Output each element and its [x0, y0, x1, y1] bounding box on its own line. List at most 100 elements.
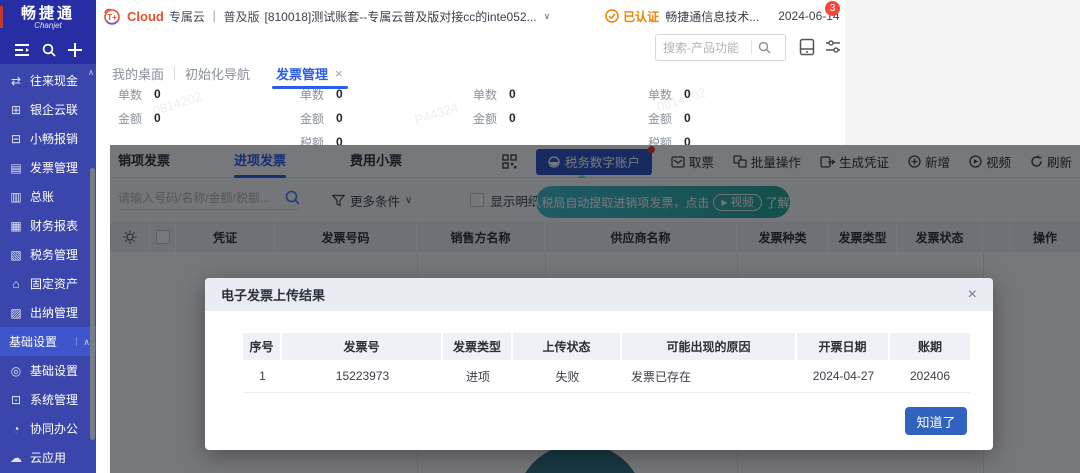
stat-label: 金额	[300, 111, 325, 126]
tab-label: 发票管理	[276, 67, 329, 82]
client-app-icon[interactable]	[796, 36, 818, 58]
sidebar-item-label: 云应用	[30, 451, 67, 465]
sidebar-item-label: 出纳管理	[30, 306, 79, 320]
sidebar-item-label: 财务报表	[30, 219, 79, 233]
tab-invoice-mgmt[interactable]: 发票管理 ×	[272, 64, 349, 89]
tab-my-desktop[interactable]: 我的桌面	[112, 64, 164, 83]
sidebar-item-yunyingyong[interactable]: ☁ 云应用	[0, 443, 96, 472]
notifications-sliders-icon[interactable]	[822, 36, 844, 58]
product-name: Cloud	[127, 8, 164, 24]
stat-value: 0	[684, 111, 691, 125]
search-icon[interactable]	[758, 41, 771, 54]
close-icon[interactable]: ×	[968, 286, 977, 303]
dialog-title: 电子发票上传结果	[221, 288, 326, 303]
result-table-header: 序号 发票号 发票类型 上传状态 可能出现的原因 开票日期 账期	[243, 333, 970, 360]
asset-icon: ⌂	[12, 276, 20, 291]
app-window: 畅捷通 Chanjet ⇄ 往来现金 ⊞ 银企云联 ⊟ 小畅报销 ▤ 发票管理 ▥ 总账 …	[0, 0, 1080, 473]
sidebar-item-label: 发票管理	[30, 161, 79, 175]
stat-label: 金额	[473, 111, 498, 126]
sidebar-section-label: 基础设置	[9, 335, 58, 349]
tplus-cloud-logo-icon: T+	[102, 7, 122, 25]
scroll-up-icon[interactable]: ∧	[88, 68, 94, 77]
ledger-icon: ▥	[10, 189, 22, 204]
watermark: P44324	[412, 99, 461, 128]
stat-value: 0	[684, 135, 691, 145]
upload-result-dialog: 电子发票上传结果 × 序号 发票号 发票类型 上传状态 可能出现的原因 开票日期…	[205, 278, 993, 450]
sidebar-item-xietongbangong[interactable]: ◔ 协同办公	[0, 414, 96, 443]
cell-upload-status: 失败	[555, 369, 580, 384]
search-divider	[751, 40, 752, 55]
cell-invoice-no: 15223973	[335, 369, 390, 383]
sidebar-item-yinqiyunlian[interactable]: ⊞ 银企云联	[0, 95, 96, 124]
compass-icon: ◔	[12, 421, 20, 436]
cell-invoice-type: 进项	[465, 369, 490, 384]
tab-init-nav[interactable]: 初始化导航	[185, 64, 250, 83]
stat-label: 金额	[648, 111, 673, 126]
bank-cloud-icon: ⊞	[10, 102, 22, 117]
acknowledge-button[interactable]: 知道了	[905, 407, 967, 435]
stat-label: 税额	[300, 135, 325, 146]
collapse-icon[interactable]: ∧	[83, 337, 90, 347]
invoice-icon: ▤	[10, 160, 22, 175]
sidebar-item-zongzhang[interactable]: ▥ 总账	[0, 182, 96, 211]
stat-value: 0	[684, 87, 691, 101]
sidebar-item-label: 往来现金	[30, 74, 79, 88]
sidebar-item-shuiwuguanli[interactable]: ▧ 税务管理	[0, 240, 96, 269]
stat-value: 0	[336, 87, 343, 101]
stat-value: 0	[336, 135, 343, 145]
cell-possible-reason: 发票已存在	[631, 369, 692, 384]
stat-value: 0	[509, 111, 516, 125]
cell-seq: 1	[259, 369, 266, 383]
logo-title: 畅捷通	[20, 5, 75, 22]
app-logo: 畅捷通 Chanjet	[0, 0, 96, 36]
stat-group-2: 单数 0 金额 0 税额 0	[300, 82, 343, 145]
monitor-icon: ⊡	[10, 392, 22, 407]
stat-label: 单数	[300, 87, 325, 102]
stat-label: 税额	[648, 135, 673, 146]
sidebar-item-jichushezhi[interactable]: ◎ 基础设置	[0, 356, 96, 385]
stat-label: 单数	[648, 87, 673, 102]
invoice-stats: 0814202 P44324 0814202 单数 0 金额 0 单数 0 金额 0 税…	[96, 82, 845, 145]
sidebar-item-chunaguanli[interactable]: ▨ 出纳管理	[0, 298, 96, 327]
stat-value: 0	[154, 87, 161, 101]
sidebar-scrollbar[interactable]	[90, 168, 95, 440]
expense-icon: ⊟	[10, 131, 22, 146]
result-table-row: 1 15223973 进项 失败 发票已存在 2024-04-27 202406	[243, 360, 970, 393]
stat-value: 0	[154, 111, 161, 125]
sidebar-item-label: 基础设置	[30, 364, 79, 378]
sidebar-section-jichushezhi[interactable]: 基础设置 ｜ ∧	[0, 327, 96, 356]
col-possible-reason: 可能出现的原因	[622, 333, 797, 360]
sidebar-item-wanglaixianjin[interactable]: ⇄ 往来现金	[0, 66, 96, 95]
company-name: 畅捷通信息技术...	[665, 9, 760, 24]
tab-close-icon[interactable]: ×	[335, 66, 343, 81]
transfer-icon: ⇄	[10, 73, 22, 88]
sidebar-item-gudingzichan[interactable]: ⌂ 固定资产	[0, 269, 96, 298]
cell-invoice-date: 2024-04-27	[812, 369, 875, 383]
stat-value: 0	[509, 87, 516, 101]
sidebar-item-label: 系统管理	[30, 393, 79, 407]
sidebar-item-xitongguanli[interactable]: ⊡ 系统管理	[0, 385, 96, 414]
sidebar-search-icon[interactable]	[42, 43, 56, 57]
col-period: 账期	[917, 340, 942, 354]
certified-badge-icon	[605, 9, 619, 23]
logo-subtitle: Chanjet	[34, 21, 62, 30]
edition-label: 专属云 ｜ 普及版	[168, 9, 260, 24]
upload-result-table: 序号 发票号 发票类型 上传状态 可能出现的原因 开票日期 账期 1 15223…	[243, 333, 970, 393]
col-seq: 序号	[243, 333, 282, 360]
sidebar-item-label: 银企云联	[30, 103, 79, 117]
sidebar-item-label: 总账	[30, 190, 55, 204]
menu-collapse-icon[interactable]	[14, 43, 30, 57]
product-search[interactable]	[655, 34, 786, 61]
account-name: [810018]测试账套--专属云普及版对接cc的inte052...	[264, 9, 537, 24]
notification-badge: 3	[825, 1, 840, 16]
sidebar-add-icon[interactable]	[68, 43, 82, 57]
stat-group-3: 单数 0 金额 0	[473, 82, 516, 130]
sidebar-item-fapiaoguanli[interactable]: ▤ 发票管理	[0, 153, 96, 182]
product-search-input[interactable]	[663, 40, 749, 55]
sidebar-item-caiwubaobiao[interactable]: ▦ 财务报表	[0, 211, 96, 240]
sidebar-item-xiaochangbaoxiao[interactable]: ⊟ 小畅报销	[0, 124, 96, 153]
stat-group-1: 单数 0 金额 0	[118, 82, 161, 130]
stat-label: 单数	[473, 87, 498, 102]
sidebar-menu: ⇄ 往来现金 ⊞ 银企云联 ⊟ 小畅报销 ▤ 发票管理 ▥ 总账 ▦ 财务报表 ▧ 税务管理 …	[0, 64, 96, 472]
account-dropdown-icon[interactable]: ∨	[544, 11, 551, 22]
